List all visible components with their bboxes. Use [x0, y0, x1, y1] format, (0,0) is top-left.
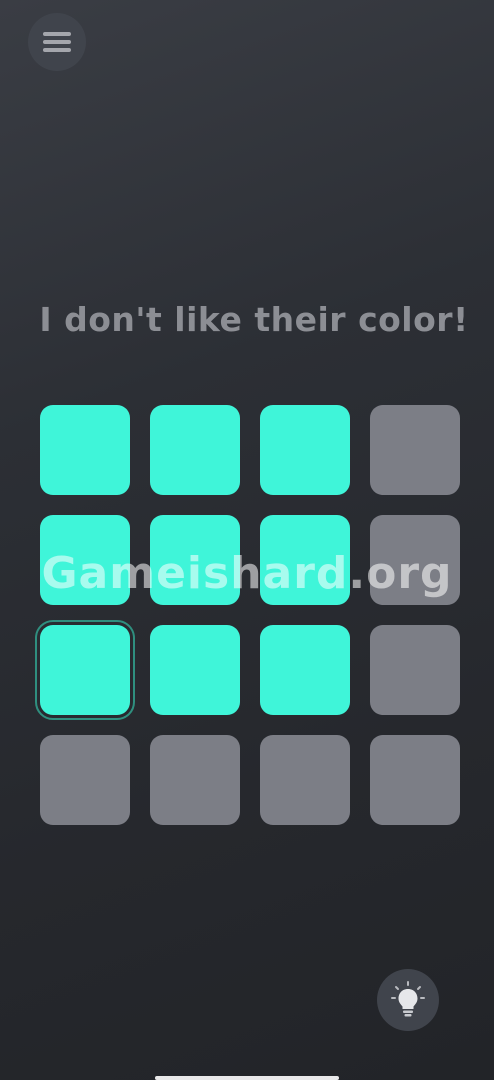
tile-r2-c2[interactable] [260, 625, 350, 715]
menu-button[interactable] [28, 13, 86, 71]
home-indicator [155, 1076, 339, 1080]
tile-r3-c2[interactable] [260, 735, 350, 825]
level-prompt: I don't like their color! [39, 300, 469, 339]
tile-r0-c2[interactable] [260, 405, 350, 495]
hamburger-menu-icon [43, 32, 71, 52]
tile-r0-c0[interactable] [40, 405, 130, 495]
tile-r2-c0[interactable] [35, 620, 135, 720]
watermark: Gameishard.org [41, 548, 453, 599]
tile-r0-c1[interactable] [150, 405, 240, 495]
tile-r3-c0[interactable] [40, 735, 130, 825]
lightbulb-icon [391, 981, 425, 1017]
tile-r2-c3[interactable] [370, 625, 460, 715]
tile-grid [35, 405, 460, 825]
hint-button[interactable] [377, 969, 439, 1031]
tile-r3-c3[interactable] [370, 735, 460, 825]
tile-r3-c1[interactable] [150, 735, 240, 825]
tile-r2-c1[interactable] [150, 625, 240, 715]
tile-r0-c3[interactable] [370, 405, 460, 495]
